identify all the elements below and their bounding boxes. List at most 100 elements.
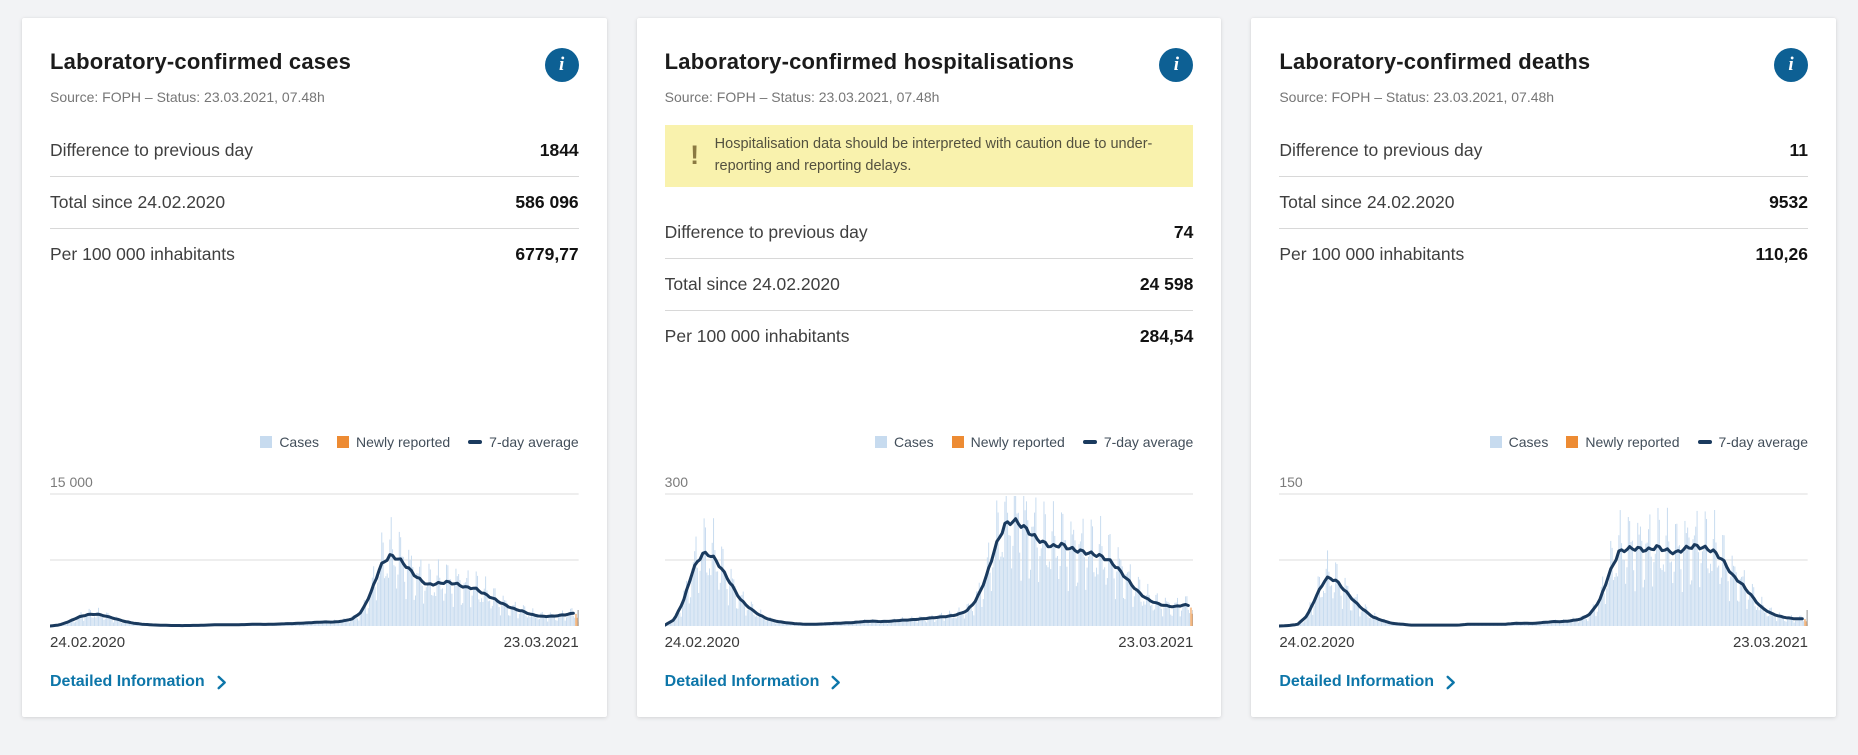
card-laboratory-confirmed-deaths: Laboratory-confirmed deaths i Source: FO… [1251, 18, 1837, 717]
average-line-swatch-icon [1697, 440, 1712, 444]
detail-link-label: Detailed Information [50, 673, 205, 690]
stat-label: Per 100 000 inhabitants [1279, 244, 1465, 264]
stat-row-per-100000: Per 100 000 inhabitants 284,54 [664, 309, 1194, 362]
legend-label: Cases [893, 434, 934, 450]
stat-value: 1844 [539, 140, 579, 160]
stat-row-total: Total since 24.02.2020 586 096 [50, 176, 579, 228]
dashboard-cards-row: Laboratory-confirmed cases i Source: FOP… [0, 0, 1858, 737]
legend-item-newly-reported: Newly reported [1566, 434, 1680, 450]
detailed-information-link[interactable]: Detailed Information [665, 673, 844, 691]
card-title: Laboratory-confirmed hospitalisations [664, 49, 1075, 74]
stat-label: Total since 24.02.2020 [1279, 192, 1455, 212]
cases-swatch-icon [1489, 436, 1502, 448]
stat-label: Difference to previous day [664, 221, 868, 242]
card-header: Laboratory-confirmed deaths i [1279, 48, 1809, 82]
stat-label: Difference to previous day [50, 140, 253, 160]
newly-reported-swatch-icon [337, 436, 349, 448]
detailed-information-link[interactable]: Detailed Information [50, 673, 229, 691]
legend-item-7-day-average: 7-day average [1082, 434, 1194, 450]
cases-swatch-icon [874, 436, 887, 448]
card-laboratory-confirmed-cases: Laboratory-confirmed cases i Source: FOP… [22, 18, 607, 717]
legend-label: Cases [279, 434, 319, 450]
legend-item-cases: Cases [874, 434, 934, 450]
stat-label: Per 100 000 inhabitants [50, 244, 235, 264]
legend-item-cases: Cases [1489, 434, 1549, 450]
stat-label: Total since 24.02.2020 [664, 273, 840, 294]
x-axis-end-label: 23.03.2021 [503, 634, 579, 651]
stat-value: 9532 [1769, 192, 1809, 212]
x-axis-end-label: 23.03.2021 [1118, 634, 1194, 651]
x-axis-start-label: 24.02.2020 [1279, 634, 1355, 651]
stat-row-total: Total since 24.02.2020 24 598 [664, 257, 1194, 310]
newly-reported-swatch-icon [1566, 436, 1579, 448]
newly-reported-swatch-icon [951, 436, 964, 448]
stat-value: 11 [1789, 140, 1809, 160]
stat-value: 110,26 [1755, 244, 1809, 264]
legend-item-newly-reported: Newly reported [951, 434, 1065, 450]
chart-legend: Cases Newly reported 7-day average [1279, 434, 1808, 450]
legend-label: 7-day average [489, 434, 579, 450]
stat-row-per-100000: Per 100 000 inhabitants 110,26 [1279, 228, 1809, 280]
card-title: Laboratory-confirmed deaths [1279, 49, 1591, 74]
detailed-information-link[interactable]: Detailed Information [1279, 673, 1458, 691]
stat-value: 284,54 [1139, 325, 1194, 346]
detail-link-label: Detailed Information [1279, 673, 1435, 690]
stat-value: 24 598 [1139, 273, 1194, 294]
stat-row-difference: Difference to previous day 1844 [50, 125, 579, 176]
chevron-right-icon [831, 675, 841, 689]
stats-table: Difference to previous day 74 Total sinc… [664, 207, 1194, 362]
info-icon[interactable]: i [1774, 48, 1809, 82]
cases-chart[interactable] [50, 491, 579, 631]
stat-label: Per 100 000 inhabitants [664, 325, 850, 346]
stat-value: 6779,77 [515, 244, 579, 264]
stat-row-per-100000: Per 100 000 inhabitants 6779,77 [50, 228, 579, 280]
stats-table: Difference to previous day 1844 Total si… [50, 125, 579, 280]
hospitalisations-chart[interactable] [664, 491, 1194, 631]
warning-banner: ! Hospitalisation data should be interpr… [664, 125, 1194, 187]
detail-link-label: Detailed Information [664, 673, 820, 690]
x-axis-start-label: 24.02.2020 [664, 634, 740, 651]
card-header: Laboratory-confirmed cases i [50, 48, 579, 82]
legend-label: Cases [1508, 434, 1549, 450]
legend-label: Newly reported [1585, 434, 1680, 450]
legend-item-newly-reported: Newly reported [337, 434, 450, 450]
legend-item-7-day-average: 7-day average [1697, 434, 1809, 450]
exclamation-icon: ! [690, 140, 700, 171]
card-laboratory-confirmed-hospitalisations: Laboratory-confirmed hospitalisations i … [636, 18, 1222, 717]
chart-legend: Cases Newly reported 7-day average [665, 434, 1194, 450]
deaths-chart[interactable] [1279, 491, 1809, 631]
source-status-line: Source: FOPH – Status: 23.03.2021, 07.48… [1279, 89, 1555, 105]
stat-row-difference: Difference to previous day 11 [1279, 125, 1808, 176]
stats-table: Difference to previous day 11 Total sinc… [1279, 125, 1809, 280]
info-icon[interactable]: i [1159, 48, 1194, 82]
stat-value: 74 [1173, 221, 1194, 242]
chevron-right-icon [1446, 675, 1455, 689]
stat-row-difference: Difference to previous day 74 [665, 207, 1194, 258]
source-status-line: Source: FOPH – Status: 23.03.2021, 07.48… [50, 89, 325, 105]
chart-legend: Cases Newly reported 7-day average [50, 434, 579, 450]
x-axis-labels: 24.02.2020 23.03.2021 [50, 634, 579, 651]
x-axis-labels: 24.02.2020 23.03.2021 [665, 634, 1194, 651]
x-axis-start-label: 24.02.2020 [50, 634, 126, 651]
y-axis-max-label: 15 000 [50, 474, 93, 490]
legend-label: 7-day average [1103, 434, 1194, 450]
chevron-right-icon [217, 675, 226, 689]
stat-value: 586 096 [515, 192, 579, 212]
average-line-swatch-icon [1082, 440, 1097, 444]
legend-item-cases: Cases [260, 434, 319, 450]
cases-swatch-icon [260, 436, 273, 448]
y-axis-max-label: 150 [1279, 474, 1303, 490]
card-title: Laboratory-confirmed cases [50, 49, 352, 74]
legend-label: 7-day average [1718, 434, 1809, 450]
legend-label: Newly reported [970, 434, 1065, 450]
x-axis-labels: 24.02.2020 23.03.2021 [1279, 634, 1808, 651]
legend-item-7-day-average: 7-day average [468, 434, 579, 450]
legend-label: Newly reported [356, 434, 451, 450]
stat-label: Total since 24.02.2020 [50, 192, 226, 212]
source-status-line: Source: FOPH – Status: 23.03.2021, 07.48… [664, 89, 940, 105]
stat-label: Difference to previous day [1279, 140, 1483, 160]
info-icon[interactable]: i [544, 48, 579, 82]
stat-row-total: Total since 24.02.2020 9532 [1279, 176, 1809, 228]
card-header: Laboratory-confirmed hospitalisations i [665, 48, 1194, 82]
average-line-swatch-icon [468, 440, 483, 444]
